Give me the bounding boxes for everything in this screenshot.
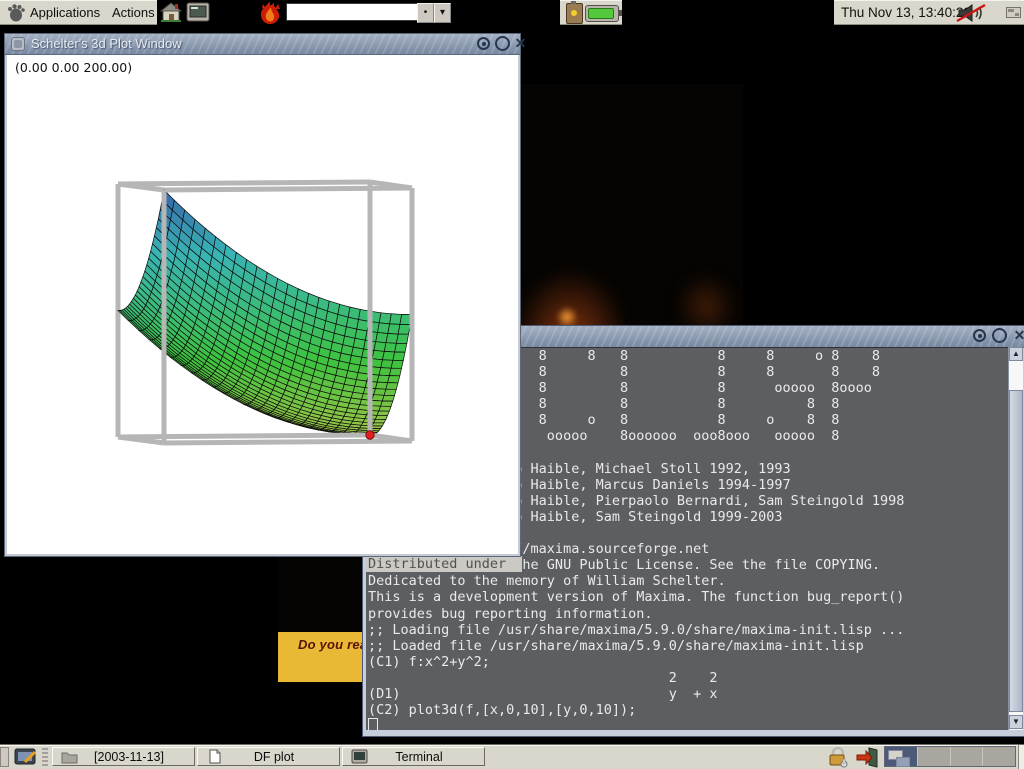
lock-icon[interactable] [826, 747, 850, 768]
maximize-icon[interactable] [495, 36, 510, 51]
task-button-dfplot[interactable]: DF plot [197, 747, 340, 766]
workspace-3[interactable] [951, 747, 984, 766]
workspace-1[interactable] [885, 747, 918, 766]
close-icon[interactable]: ✕ [1013, 329, 1024, 342]
maximize-icon[interactable] [992, 328, 1007, 343]
surface-plot [7, 55, 518, 554]
terminal-cursor [368, 718, 378, 730]
panel-edge-strip[interactable] [1018, 745, 1024, 769]
entry-dot-button[interactable]: • [417, 3, 434, 23]
task-label: [2003-11-13] [78, 750, 180, 764]
plot-titlebar[interactable]: Schelter's 3d Plot Window ✕ [5, 34, 520, 55]
clock[interactable]: Thu Nov 13, 13:40:29 [841, 0, 971, 25]
workspace-switcher [884, 746, 1016, 767]
plot-canvas[interactable]: (0.00 0.00 200.00) [7, 55, 518, 554]
command-entry[interactable] [286, 3, 419, 21]
panel-mini-icon[interactable] [1006, 7, 1021, 18]
entry-dropdown-button[interactable]: ▾ [434, 3, 451, 23]
task-label: Terminal [368, 750, 470, 764]
plot-window-title: Schelter's 3d Plot Window [31, 34, 182, 54]
taskbar-separator[interactable] [42, 748, 48, 766]
window-icon [11, 37, 25, 51]
flame-icon[interactable] [255, 0, 285, 25]
battery-charge-icon[interactable] [585, 5, 619, 22]
battery-small-icon[interactable] [566, 3, 583, 24]
speaker-muted-icon[interactable] [955, 3, 997, 23]
task-button-terminal[interactable]: Terminal [342, 747, 485, 766]
terminal-scrollbar[interactable]: ▲ ▼ [1008, 347, 1023, 730]
menu-actions[interactable]: Actions [112, 0, 155, 25]
plot-window: Schelter's 3d Plot Window ✕ (0.00 0.00 2… [4, 33, 521, 557]
terminal-icon [351, 749, 368, 764]
terminal-launcher-icon[interactable] [186, 2, 210, 23]
mini-window [896, 757, 910, 767]
workspace-2[interactable] [918, 747, 951, 766]
document-icon [206, 749, 223, 764]
scroll-up-icon[interactable]: ▲ [1009, 347, 1023, 361]
task-button-filemanager[interactable]: [2003-11-13] [52, 747, 195, 766]
scrollbar-thumb[interactable] [1009, 390, 1023, 712]
minimize-icon[interactable] [477, 37, 490, 50]
top-panel: Applications Actions • ▾ Thu Nov 13, 13:… [0, 0, 1024, 25]
plot-coords-label: (0.00 0.00 200.00) [15, 60, 132, 75]
minimize-icon[interactable] [973, 329, 986, 342]
desktop: { "top_panel": { "menus": [ { "label": "… [0, 0, 1024, 768]
terminal-overlapped-text: Distributed under [366, 556, 522, 572]
task-label: DF plot [223, 750, 325, 764]
taskbar: [2003-11-13] DF plot Terminal [0, 744, 1024, 769]
workspace-4[interactable] [983, 747, 1015, 766]
home-icon[interactable] [160, 2, 182, 23]
menu-applications[interactable]: Applications [30, 0, 100, 25]
scroll-down-icon[interactable]: ▼ [1009, 715, 1023, 729]
folder-icon [61, 749, 78, 764]
gnome-foot-icon[interactable] [6, 3, 26, 22]
logout-icon[interactable] [855, 747, 881, 768]
screenshot-tool-icon[interactable] [13, 747, 39, 767]
panel-hide-button[interactable] [0, 747, 9, 767]
close-icon[interactable]: ✕ [514, 37, 527, 50]
minimum-point-marker [366, 431, 374, 439]
